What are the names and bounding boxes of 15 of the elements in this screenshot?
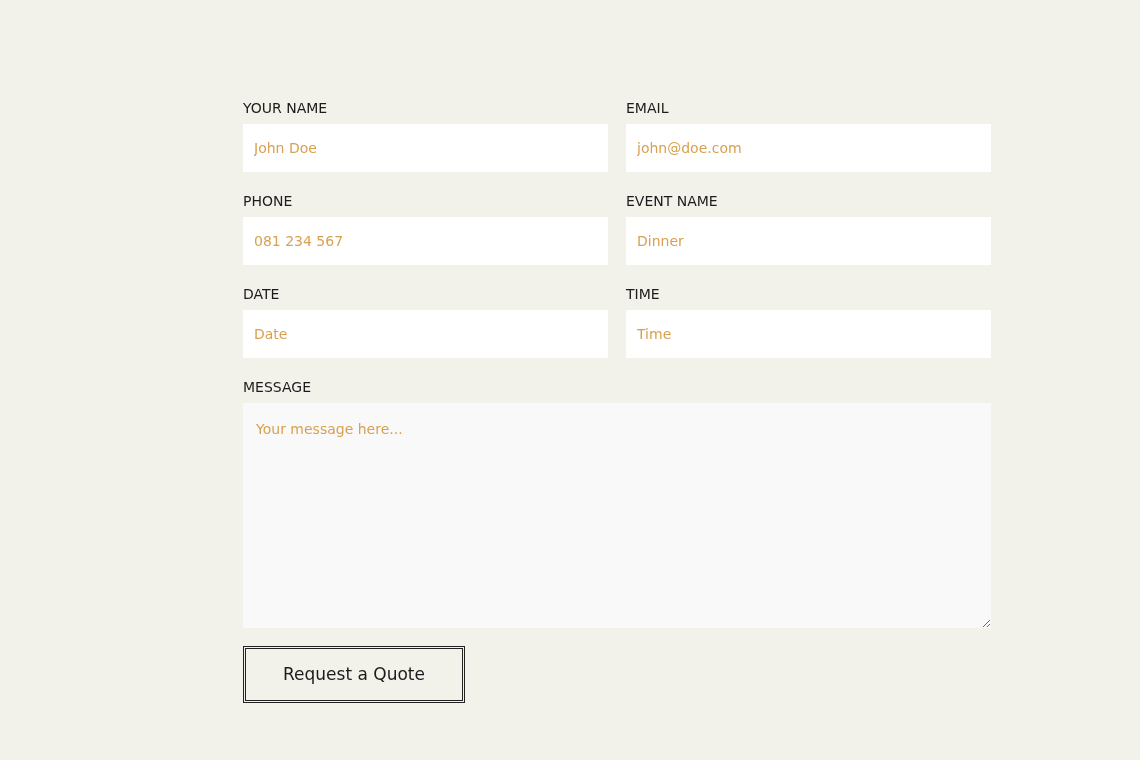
input-field[interactable]: 081 234 567 [243, 217, 608, 265]
submit-button[interactable]: Request a Quote [243, 646, 465, 703]
input-field[interactable]: Dinner [626, 217, 991, 265]
field-label: EVENT NAME [626, 192, 718, 210]
field-label: YOUR NAME [243, 99, 328, 117]
input-field[interactable]: Date [243, 310, 608, 358]
input-field[interactable]: john@doe.com [626, 124, 991, 172]
field-label: PHONE [243, 192, 293, 210]
field-label: DATE [243, 285, 280, 303]
input-field[interactable]: Time [626, 310, 991, 358]
field-label: EMAIL [626, 99, 669, 117]
field-label: MESSAGE [243, 378, 311, 396]
input-field[interactable]: John Doe [243, 124, 608, 172]
field-label: TIME [626, 285, 660, 303]
message-field[interactable]: Your message here... [243, 403, 991, 628]
